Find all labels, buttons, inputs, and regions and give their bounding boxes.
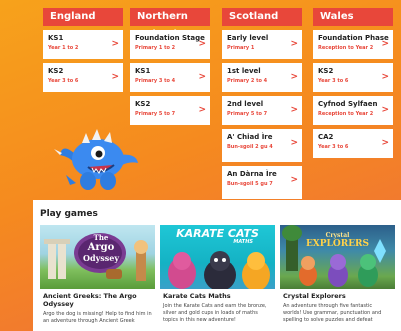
chevron-right-icon: >	[111, 39, 119, 49]
chevron-right-icon: >	[111, 72, 119, 82]
chevron-right-icon: >	[290, 105, 298, 115]
chevron-right-icon: >	[198, 39, 206, 49]
chevron-right-icon: >	[290, 138, 298, 148]
chevron-right-icon: >	[381, 72, 389, 82]
northern-ireland-heading: Northern Ireland	[130, 8, 210, 40]
scotland-early-level-link[interactable]: Early level Primary 1 >	[222, 30, 302, 59]
wales-foundation-phase-link[interactable]: Foundation Phase Reception to Year 2 >	[313, 30, 393, 59]
chevron-right-icon: >	[198, 105, 206, 115]
crystal-explorers-thumbnail: Crystal EXPLORERS	[280, 225, 395, 289]
argo-logo-line-3: Odyssey	[83, 253, 119, 263]
england-ks2-link[interactable]: KS2 Year 3 to 6 >	[43, 63, 123, 92]
game-description: An adventure through five fantastic worl…	[283, 303, 382, 323]
game-title: Ancient Greeks: The Argo Odyssey	[43, 292, 137, 308]
northern-ireland-column: Northern Ireland Foundation Stage Primar…	[130, 8, 210, 125]
argo-logo-line-2: Argo	[87, 242, 115, 253]
ni-ks1-link[interactable]: KS1 Primary 3 to 4 >	[130, 63, 210, 92]
ni-foundation-stage-link[interactable]: Foundation Stage Primary 1 to 2 >	[130, 30, 210, 59]
scotland-2nd-level-link[interactable]: 2nd level Primary 5 to 7 >	[222, 96, 302, 125]
wales-column: Wales Foundation Phase Reception to Year…	[313, 8, 393, 158]
scotland-1st-level-link[interactable]: 1st level Primary 2 to 4 >	[222, 63, 302, 92]
game-title: Crystal Explorers	[283, 292, 346, 300]
blue-monster-mascot	[54, 129, 138, 190]
chevron-right-icon: >	[381, 39, 389, 49]
chevron-right-icon: >	[381, 138, 389, 148]
chevron-right-icon: >	[290, 175, 298, 185]
scotland-column: Scotland Early level Primary 1 > 1st lev…	[222, 8, 302, 199]
scotland-an-darna-ire-link[interactable]: An Dàrna Ìre Bun-sgoil 5 gu 7 >	[222, 166, 302, 199]
play-games-panel: Play games The Argo Odyssey Ancient Gree…	[33, 200, 401, 331]
chevron-right-icon: >	[290, 72, 298, 82]
wales-ca2-link[interactable]: CA2 Year 3 to 6 >	[313, 129, 393, 158]
game-description: Argo the dog is missing! Help to find hi…	[43, 311, 152, 324]
england-column: England KS1 Year 1 to 2 > KS2 Year 3 to …	[43, 8, 123, 92]
karate-cats-logo-line-1: KARATE CATS	[176, 227, 259, 240]
chevron-right-icon: >	[381, 105, 389, 115]
game-card-crystal-explorers[interactable]: Crystal EXPLORERS Crystal Explorers An a…	[280, 225, 395, 324]
ni-ks2-link[interactable]: KS2 Primary 5 to 7 >	[130, 96, 210, 125]
game-card-karate-cats-maths[interactable]: KARATE CATS MATHS Karate Cats Maths Join…	[160, 225, 275, 324]
wales-heading: Wales	[313, 8, 393, 26]
game-card-argo-odyssey[interactable]: The Argo Odyssey Ancient Greeks: The Arg…	[40, 225, 155, 325]
argo-odyssey-thumbnail: The Argo Odyssey	[40, 225, 155, 289]
game-description: Join the Karate Cats and earn the bronze…	[163, 303, 267, 323]
game-title: Karate Cats Maths	[163, 292, 231, 300]
chevron-right-icon: >	[198, 72, 206, 82]
scotland-heading: Scotland	[222, 8, 302, 26]
chevron-right-icon: >	[290, 39, 298, 49]
england-heading: England	[43, 8, 123, 26]
england-ks1-link[interactable]: KS1 Year 1 to 2 >	[43, 30, 123, 59]
play-games-heading: Play games	[40, 209, 98, 219]
karate-cats-thumbnail: KARATE CATS MATHS	[160, 225, 275, 289]
wales-cyfnod-sylfaen-link[interactable]: Cyfnod Sylfaen Reception to Year 2 >	[313, 96, 393, 125]
wales-ks2-link[interactable]: KS2 Year 3 to 6 >	[313, 63, 393, 92]
crystal-logo-line-2: EXPLORERS	[305, 239, 370, 249]
scotland-a-chiad-ire-link[interactable]: A' Chiad Ìre Bun-sgoil 2 gu 4 >	[222, 129, 302, 162]
